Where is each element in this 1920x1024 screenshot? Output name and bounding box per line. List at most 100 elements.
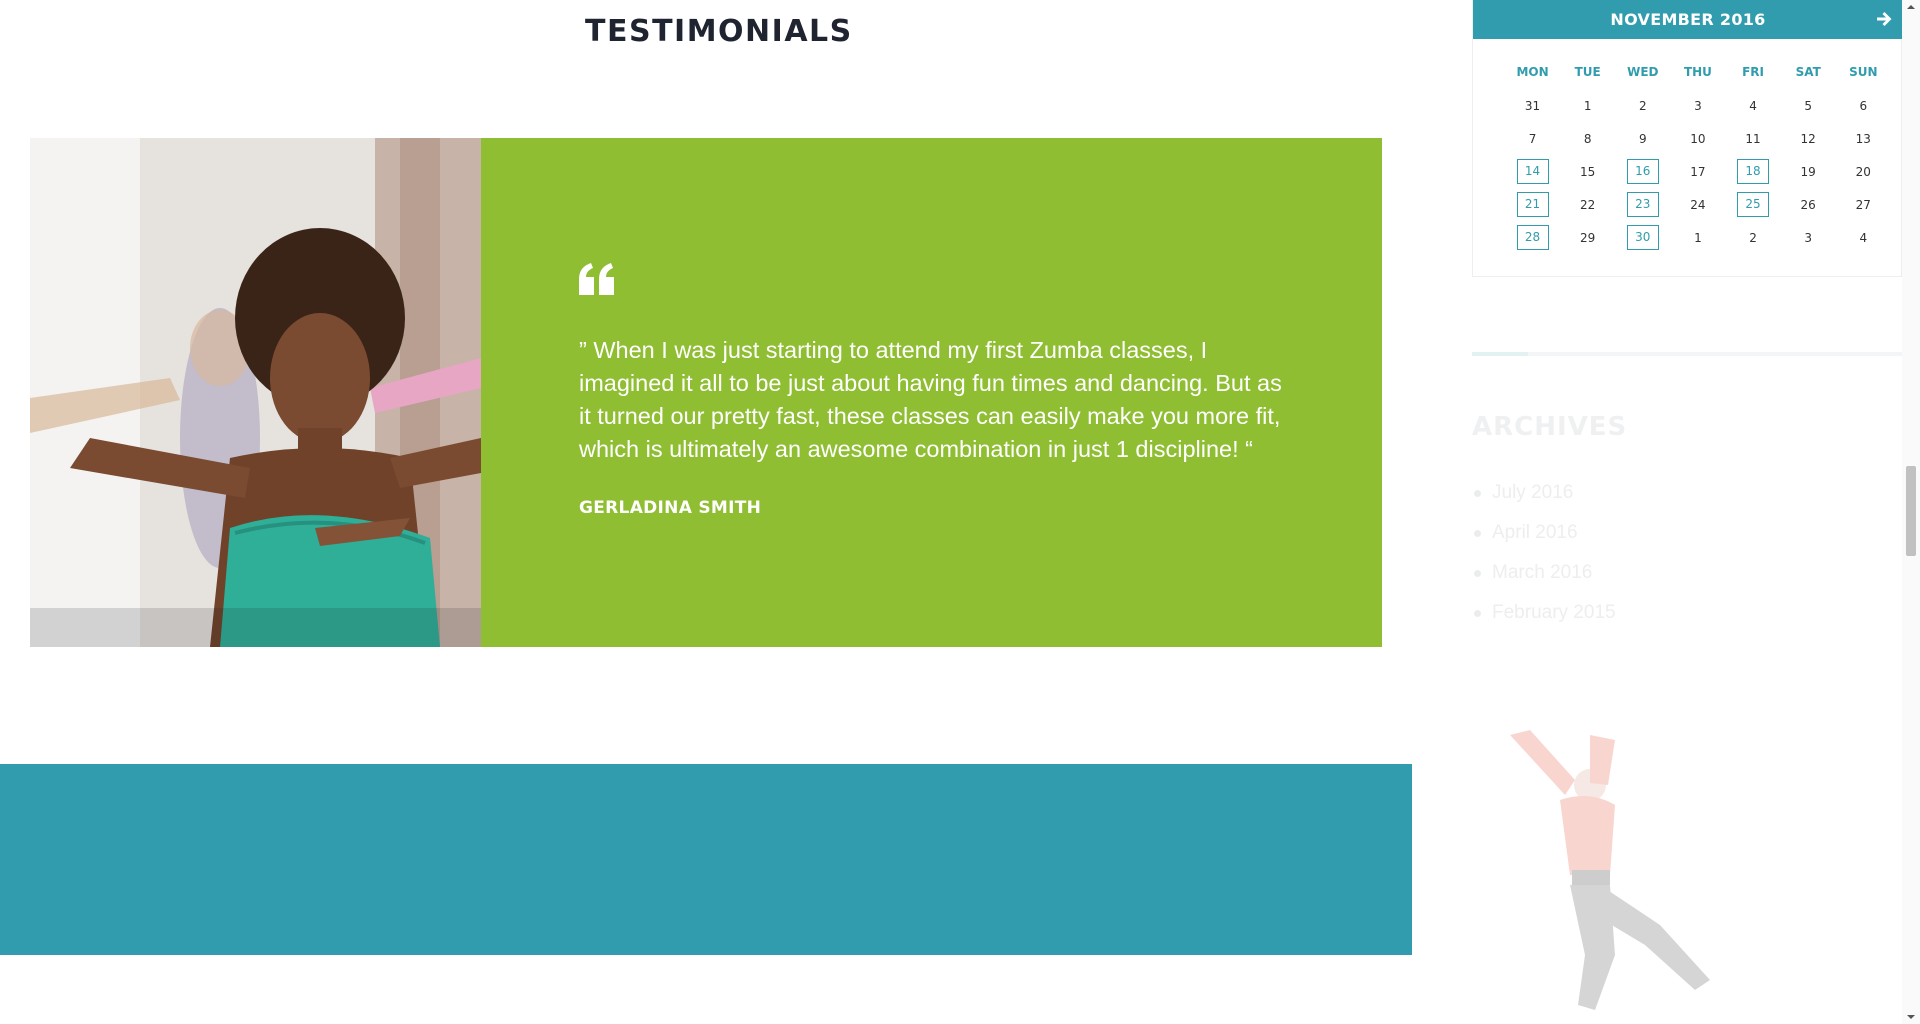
calendar-weekday: SUN (1849, 65, 1878, 79)
archives-divider (1472, 352, 1902, 356)
arrow-right-icon[interactable] (1875, 10, 1893, 28)
calendar-day: 12 (1800, 131, 1816, 146)
calendar-day-cell: 29 (1560, 231, 1615, 245)
calendar-day-cell: 13 (1836, 132, 1891, 146)
calendar-day-link[interactable]: 23 (1626, 192, 1659, 217)
calendar-day: 7 (1528, 131, 1537, 146)
archives-item[interactable]: February 2015 (1472, 602, 1902, 642)
archives-item[interactable]: July 2016 (1472, 482, 1902, 522)
calendar-day: 4 (1859, 230, 1868, 245)
testimonial-card: ” When I was just starting to attend my … (30, 138, 1382, 647)
calendar-day-cell: 26 (1781, 198, 1836, 212)
calendar-day-cell: 2 (1726, 231, 1781, 245)
calendar-weekday: TUE (1574, 65, 1601, 79)
calendar-day: 11 (1745, 131, 1761, 146)
calendar-weekday: WED (1627, 65, 1659, 79)
archives-item[interactable]: March 2016 (1472, 562, 1902, 602)
testimonial-quote-text: ” When I was just starting to attend my … (579, 337, 1282, 462)
calendar-day: 1 (1583, 98, 1592, 113)
calendar-day-link[interactable]: 30 (1626, 225, 1659, 250)
calendar-day-cell: 14 (1505, 159, 1560, 184)
calendar-day-cell: 5 (1781, 99, 1836, 113)
calendar-day: 3 (1804, 230, 1812, 245)
calendar-day: 22 (1580, 197, 1596, 212)
calendar-day-cell: 12 (1781, 132, 1836, 146)
calendar-weekday: MON (1516, 65, 1549, 79)
calendar-day: 31 (1524, 98, 1541, 113)
calendar-day-cell: 2 (1615, 99, 1670, 113)
calendar-day-cell: 31 (1505, 99, 1560, 113)
calendar-week-row: 31 1 2 3 4 5 6 (1505, 89, 1891, 122)
calendar-day: 13 (1855, 131, 1871, 146)
calendar-day-cell: 20 (1836, 165, 1891, 179)
calendar-day: 29 (1580, 230, 1596, 245)
archives-list: July 2016 April 2016 March 2016 February 20… (1472, 482, 1902, 642)
calendar-day-link[interactable]: 21 (1516, 192, 1549, 217)
calendar-day: 20 (1855, 164, 1871, 179)
calendar-day-link[interactable]: 28 (1516, 225, 1549, 250)
calendar-day: 1 (1694, 230, 1702, 245)
calendar-day-cell: 11 (1726, 132, 1781, 146)
quote-icon (579, 263, 614, 295)
dancer-illustration (1510, 730, 1710, 1010)
calendar-week-row: 14 15 16 17 18 19 20 (1505, 155, 1891, 188)
calendar-day-link[interactable]: 14 (1516, 159, 1549, 184)
calendar-day-cell: 7 (1505, 132, 1560, 146)
calendar-day: 15 (1580, 164, 1596, 179)
calendar-day-cell: 19 (1781, 165, 1836, 179)
archives-item[interactable]: April 2016 (1472, 522, 1902, 562)
testimonial-photo (30, 138, 481, 647)
calendar-day-cell: 3 (1781, 231, 1836, 245)
scrollbar-thumb[interactable] (1906, 466, 1916, 556)
calendar-day-cell: 24 (1670, 198, 1725, 212)
calendar-day: 4 (1749, 98, 1757, 113)
testimonial-quote-panel: ” When I was just starting to attend my … (481, 138, 1382, 647)
calendar-day: 17 (1690, 164, 1706, 179)
calendar-day-cell: 4 (1726, 99, 1781, 113)
calendar-day: 27 (1855, 197, 1871, 212)
calendar-day-cell: 30 (1615, 225, 1670, 250)
calendar-day: 2 (1638, 98, 1647, 113)
archives-title: ARCHIVES (1472, 412, 1628, 442)
calendar-day-cell: 23 (1615, 192, 1670, 217)
teal-banner (0, 764, 1412, 955)
calendar-day-cell: 6 (1836, 99, 1891, 113)
calendar-day-link[interactable]: 16 (1626, 159, 1659, 184)
calendar-weekday: FRI (1742, 65, 1765, 79)
calendar-month-title: NOVEMBER 2016 (1610, 10, 1766, 29)
calendar-day-cell: 8 (1560, 132, 1615, 146)
calendar-day-cell: 28 (1505, 225, 1560, 250)
calendar-grid: MON TUE WED THU FRI SAT SUN 31 1 2 3 4 5 6 7 8 9 10 11 12 1… (1505, 56, 1891, 254)
calendar-week-row: 7 8 9 10 11 12 13 (1505, 122, 1891, 155)
archives-widget: ARCHIVES July 2016 April 2016 March 2016 Fe… (1472, 352, 1902, 642)
scroll-down-arrow-icon[interactable] (1906, 1012, 1916, 1022)
calendar-day-cell: 10 (1670, 132, 1725, 146)
calendar-day: 5 (1804, 98, 1812, 113)
calendar-header: NOVEMBER 2016 (1473, 0, 1903, 39)
calendar-day-cell: 1 (1670, 231, 1725, 245)
calendar-day: 2 (1749, 230, 1757, 245)
scroll-up-arrow-icon[interactable] (1906, 2, 1916, 12)
calendar-day-cell: 4 (1836, 231, 1891, 245)
calendar-weekday: SAT (1795, 65, 1821, 79)
calendar-day: 6 (1859, 98, 1868, 113)
calendar-day: 26 (1800, 197, 1816, 212)
calendar-day-cell: 22 (1560, 198, 1615, 212)
calendar-day: 19 (1800, 164, 1816, 179)
calendar-day: 3 (1694, 98, 1702, 113)
calendar-day: 9 (1638, 131, 1647, 146)
woman-dancing-image (30, 138, 481, 647)
calendar-day-link[interactable]: 25 (1737, 192, 1770, 217)
calendar-day-link[interactable]: 18 (1737, 159, 1770, 184)
calendar-day: 10 (1690, 131, 1706, 146)
calendar-weekday: THU (1683, 65, 1712, 79)
calendar-day: 24 (1690, 197, 1706, 212)
calendar-day-cell: 3 (1670, 99, 1725, 113)
calendar-day-cell: 25 (1726, 192, 1781, 217)
calendar-day-cell: 27 (1836, 198, 1891, 212)
calendar-day-cell: 17 (1670, 165, 1725, 179)
calendar-day-cell: 15 (1560, 165, 1615, 179)
calendar-day-cell: 21 (1505, 192, 1560, 217)
testimonial-author: GERLADINA SMITH (579, 498, 762, 518)
calendar-week-row: 28 29 30 1 2 3 4 (1505, 221, 1891, 254)
